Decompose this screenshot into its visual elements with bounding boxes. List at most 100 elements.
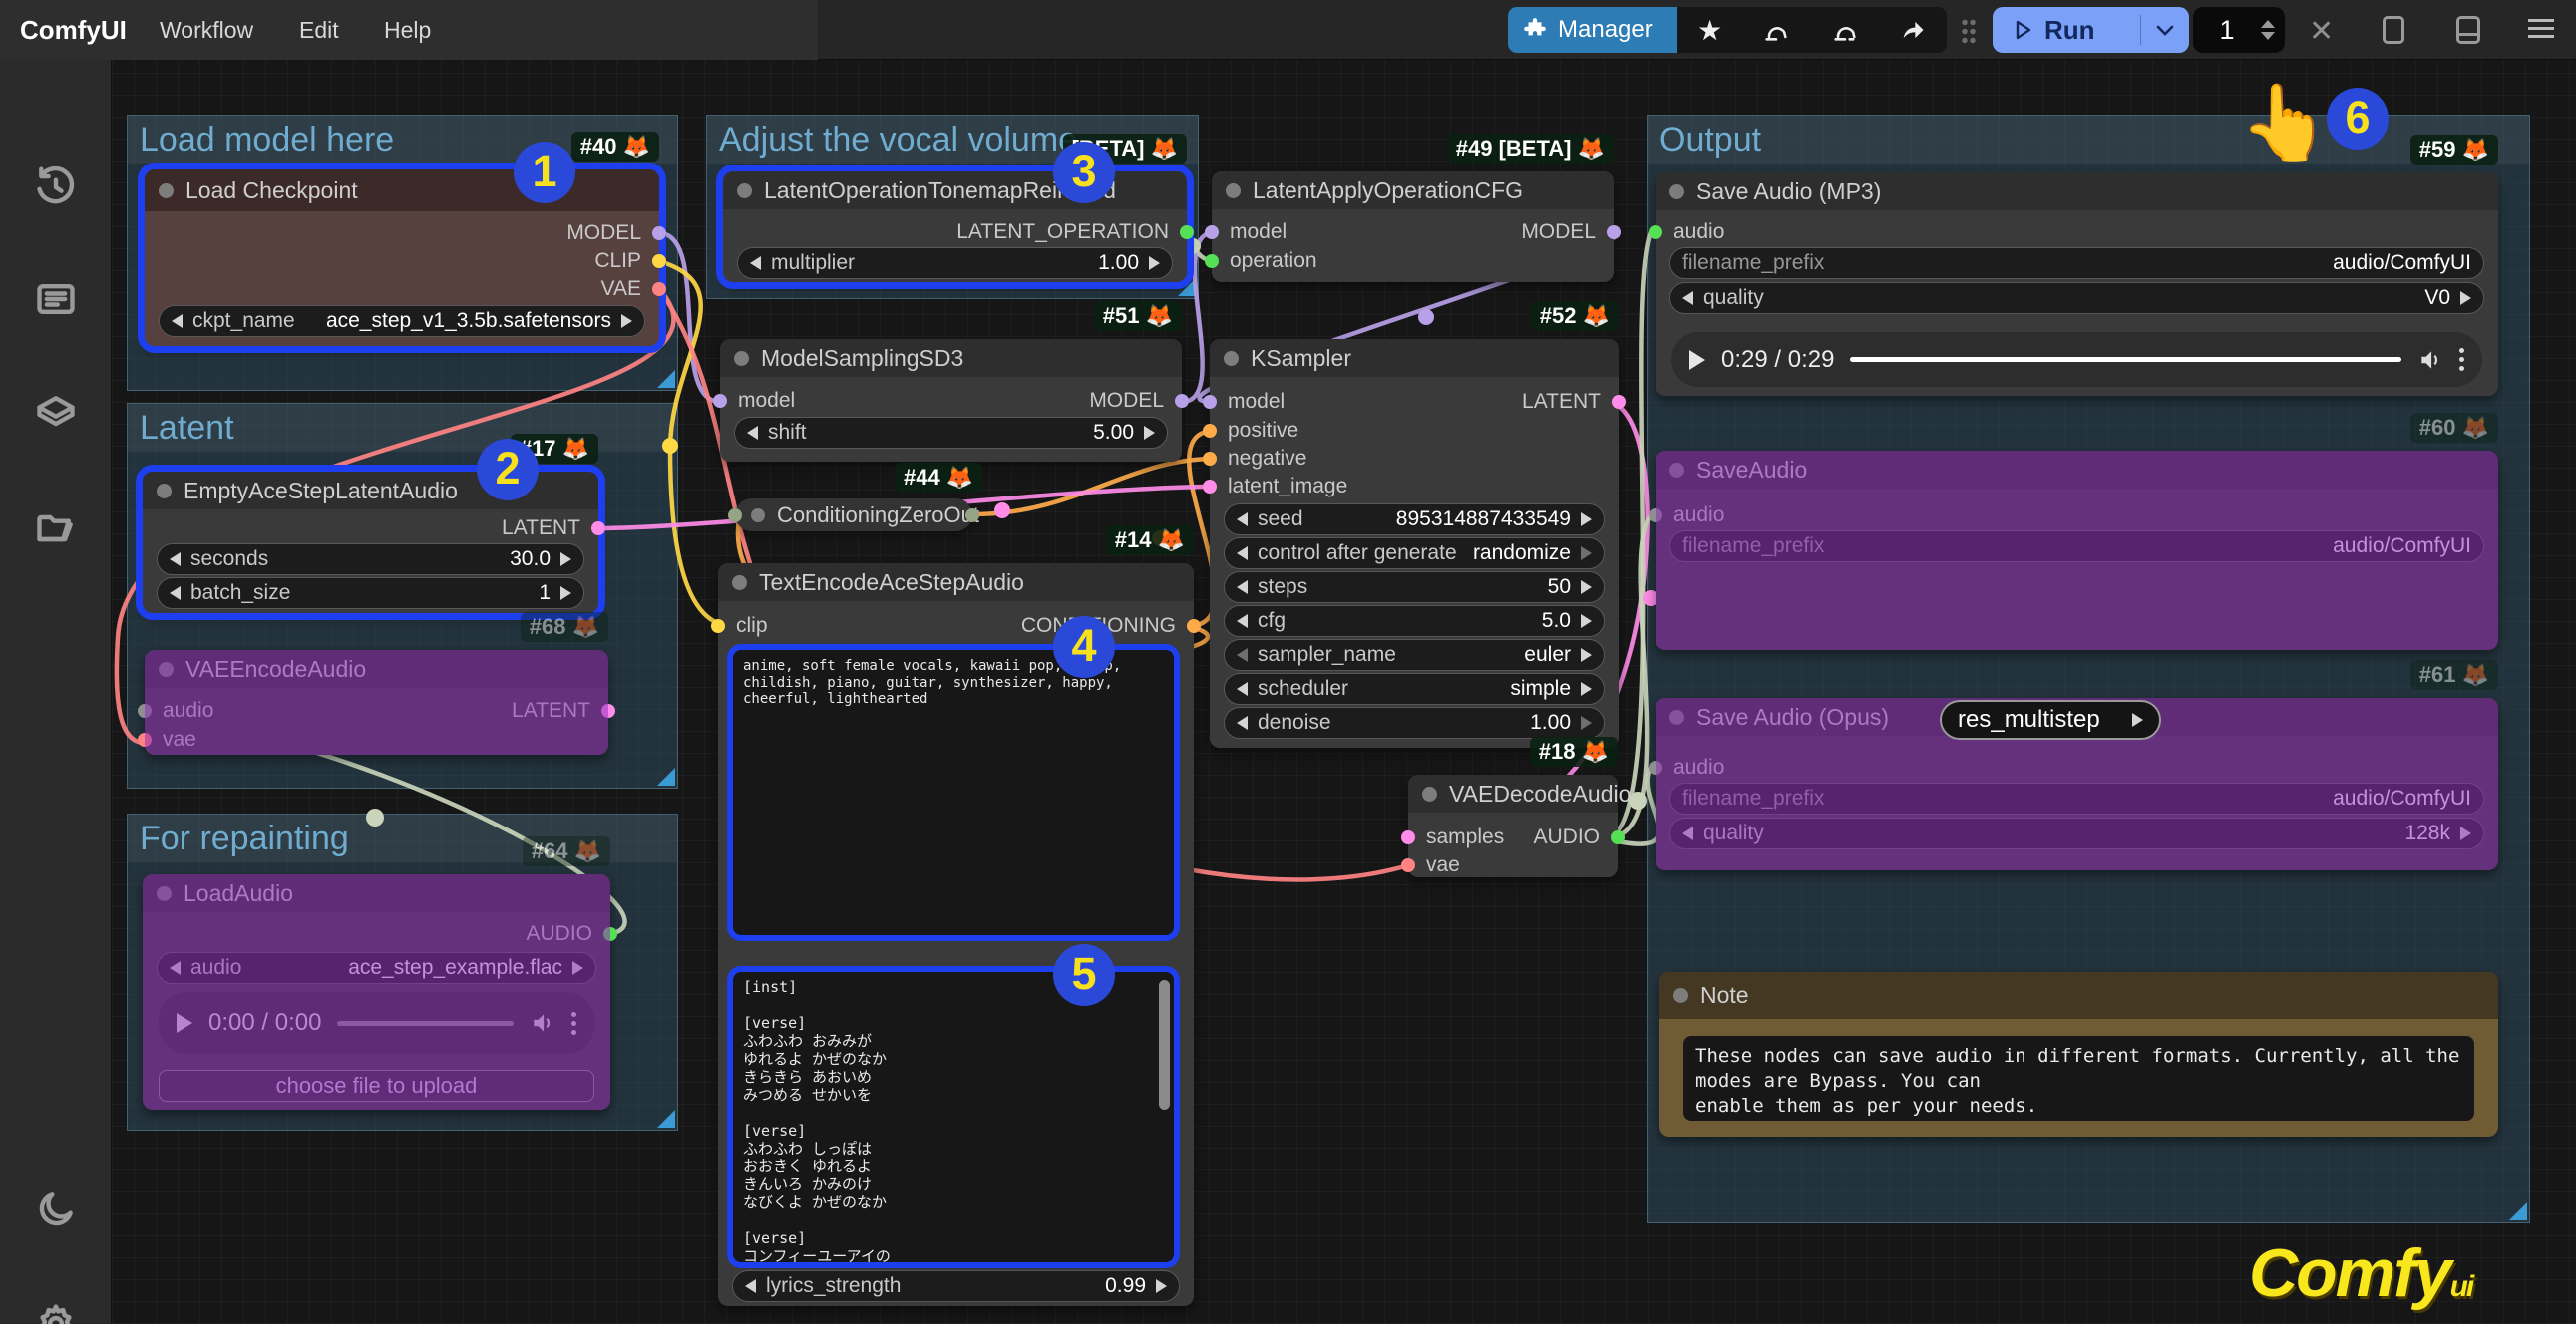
group-resize-handle[interactable]	[2509, 1202, 2527, 1220]
output-slot[interactable]	[965, 508, 979, 522]
prev-value-icon[interactable]	[1237, 716, 1248, 730]
menu-edit[interactable]: Edit	[299, 0, 339, 60]
input-slot-audio[interactable]	[1649, 225, 1662, 239]
node-save-audio[interactable]: #60 🦊 SaveAudio audio filename_prefixaud…	[1656, 451, 2498, 650]
node-ksampler[interactable]: #52 🦊 KSampler modelLATENT positive nega…	[1210, 339, 1619, 748]
node-empty-ace-step-latent-audio[interactable]: #17 🦊 EmptyAceStepLatentAudio LATENT sec…	[143, 472, 598, 613]
prev-value-icon[interactable]	[1237, 546, 1248, 560]
menu-help[interactable]: Help	[384, 0, 431, 60]
choose-file-button[interactable]: choose file to upload	[159, 1070, 594, 1102]
next-value-icon[interactable]	[1581, 580, 1592, 594]
next-value-icon[interactable]	[1581, 614, 1592, 628]
toolbar-drag-handle[interactable]	[1961, 18, 1977, 44]
collapse-dot[interactable]	[732, 575, 747, 590]
input-slot[interactable]	[728, 508, 742, 522]
cfg-widget[interactable]: cfg5.0	[1224, 605, 1605, 637]
vacuum-alt-icon[interactable]	[1831, 16, 1859, 44]
sampler-name-widget[interactable]: sampler_nameeuler	[1224, 639, 1605, 671]
player-seekbar[interactable]	[337, 1021, 514, 1026]
theme-toggle-moon-icon[interactable]	[34, 1187, 78, 1231]
collapse-dot[interactable]	[159, 662, 174, 677]
output-slot-model[interactable]	[1175, 394, 1189, 408]
input-slot-negative[interactable]	[1203, 452, 1217, 466]
input-slot-model[interactable]	[1203, 395, 1217, 409]
collapse-dot[interactable]	[1226, 183, 1241, 198]
collapse-dot[interactable]	[1669, 710, 1684, 725]
count-spinner-icons[interactable]	[2261, 20, 2275, 40]
next-value-icon[interactable]	[2460, 291, 2471, 305]
new-blank-icon[interactable]	[2383, 16, 2404, 44]
lyrics-strength-widget[interactable]: lyrics_strength0.99	[732, 1270, 1180, 1302]
input-slot-vae[interactable]	[138, 733, 152, 747]
star-icon[interactable]: ★	[1697, 14, 1722, 47]
input-slot-audio[interactable]	[1649, 508, 1662, 522]
collapse-dot[interactable]	[1224, 351, 1239, 366]
player-menu-icon[interactable]	[2459, 348, 2464, 371]
next-value-icon[interactable]	[560, 586, 571, 600]
seed-widget[interactable]: seed895314887433549	[1224, 503, 1605, 535]
prev-value-icon[interactable]	[172, 314, 183, 328]
prev-value-icon[interactable]	[750, 256, 761, 270]
menu-workflow[interactable]: Workflow	[160, 0, 253, 60]
prev-value-icon[interactable]	[1237, 682, 1248, 696]
prev-value-icon[interactable]	[1237, 580, 1248, 594]
group-resize-handle[interactable]	[657, 1110, 675, 1128]
next-value-icon[interactable]	[1581, 648, 1592, 662]
output-slot-latent-operation[interactable]	[1180, 225, 1194, 239]
lyrics-scrollbar[interactable]	[1159, 980, 1170, 1110]
control-after-generate-widget[interactable]: control after generaterandomize	[1224, 537, 1605, 569]
model-library-icon[interactable]	[34, 391, 78, 435]
collapse-dot[interactable]	[1669, 184, 1684, 199]
volume-icon[interactable]	[530, 1010, 555, 1036]
prev-value-icon[interactable]	[747, 426, 758, 440]
group-resize-handle[interactable]	[657, 370, 675, 388]
multiplier-widget[interactable]: multiplier1.00	[737, 247, 1173, 279]
input-slot-audio[interactable]	[1649, 761, 1662, 775]
run-button[interactable]: Run	[1993, 7, 2189, 53]
next-value-icon[interactable]	[2460, 827, 2471, 840]
collapse-dot[interactable]	[157, 886, 172, 901]
collapse-dot[interactable]	[1673, 988, 1688, 1003]
output-slot-audio[interactable]	[603, 927, 617, 941]
filename-prefix-widget[interactable]: filename_prefixaudio/ComfyUI	[1669, 247, 2484, 279]
ckpt-name-widget[interactable]: ckpt_nameace_step_v1_3.5b.safetensors	[159, 305, 645, 337]
node-model-sampling-sd3[interactable]: #51 🦊 ModelSamplingSD3 modelMODEL shift5…	[720, 339, 1182, 462]
floating-sampler-option[interactable]: res_multistep	[1940, 700, 2161, 740]
output-slot-latent[interactable]	[601, 704, 615, 718]
quality-widget[interactable]: quality128k	[1669, 818, 2484, 849]
close-icon[interactable]: ✕	[2309, 14, 2334, 49]
next-value-icon[interactable]	[1581, 716, 1592, 730]
output-slot-conditioning[interactable]	[1187, 619, 1201, 633]
next-value-icon[interactable]	[572, 961, 583, 975]
prev-value-icon[interactable]	[1237, 648, 1248, 662]
output-slot-model[interactable]	[1607, 225, 1621, 239]
collapse-dot[interactable]	[157, 484, 172, 498]
node-text-encode-ace-step-audio[interactable]: #14 🦊 TextEncodeAceStepAudio clipCONDITI…	[718, 563, 1194, 1306]
collapse-dot[interactable]	[751, 508, 765, 522]
scheduler-widget[interactable]: schedulersimple	[1224, 673, 1605, 705]
collapse-dot[interactable]	[734, 351, 749, 366]
node-load-checkpoint[interactable]: #40 🦊 Load Checkpoint MODEL CLIP VAE ckp…	[145, 169, 659, 346]
manager-button[interactable]: Manager	[1508, 7, 1677, 53]
quality-widget[interactable]: qualityV0	[1669, 282, 2484, 314]
settings-gear-icon[interactable]	[34, 1302, 78, 1324]
play-icon[interactable]	[1689, 350, 1705, 370]
group-resize-handle[interactable]	[657, 768, 675, 786]
input-slot-model[interactable]	[1205, 225, 1219, 239]
prev-value-icon[interactable]	[1237, 614, 1248, 628]
workflows-icon[interactable]	[34, 277, 78, 321]
node-vae-encode-audio[interactable]: #68 🦊 VAEEncodeAudio audioLATENT vae	[145, 650, 608, 755]
node-latent-operation-tonemap-reinhard[interactable]: [BETA] 🦊 LatentOperationTonemapReinhard …	[723, 171, 1187, 282]
tags-textarea[interactable]: anime, soft female vocals, kawaii pop, j…	[733, 650, 1174, 935]
group-header[interactable]	[1648, 116, 2529, 164]
filename-prefix-widget[interactable]: filename_prefixaudio/ComfyUI	[1669, 783, 2484, 815]
prev-value-icon[interactable]	[745, 1279, 756, 1293]
output-slot-model[interactable]	[652, 226, 666, 240]
shift-widget[interactable]: shift5.00	[734, 417, 1168, 449]
batch-size-widget[interactable]: batch_size1	[157, 577, 584, 609]
input-slot-operation[interactable]	[1205, 254, 1219, 268]
next-value-icon[interactable]	[1149, 256, 1160, 270]
input-slot-positive[interactable]	[1203, 424, 1217, 438]
next-value-icon[interactable]	[621, 314, 632, 328]
next-value-icon[interactable]	[1144, 426, 1155, 440]
